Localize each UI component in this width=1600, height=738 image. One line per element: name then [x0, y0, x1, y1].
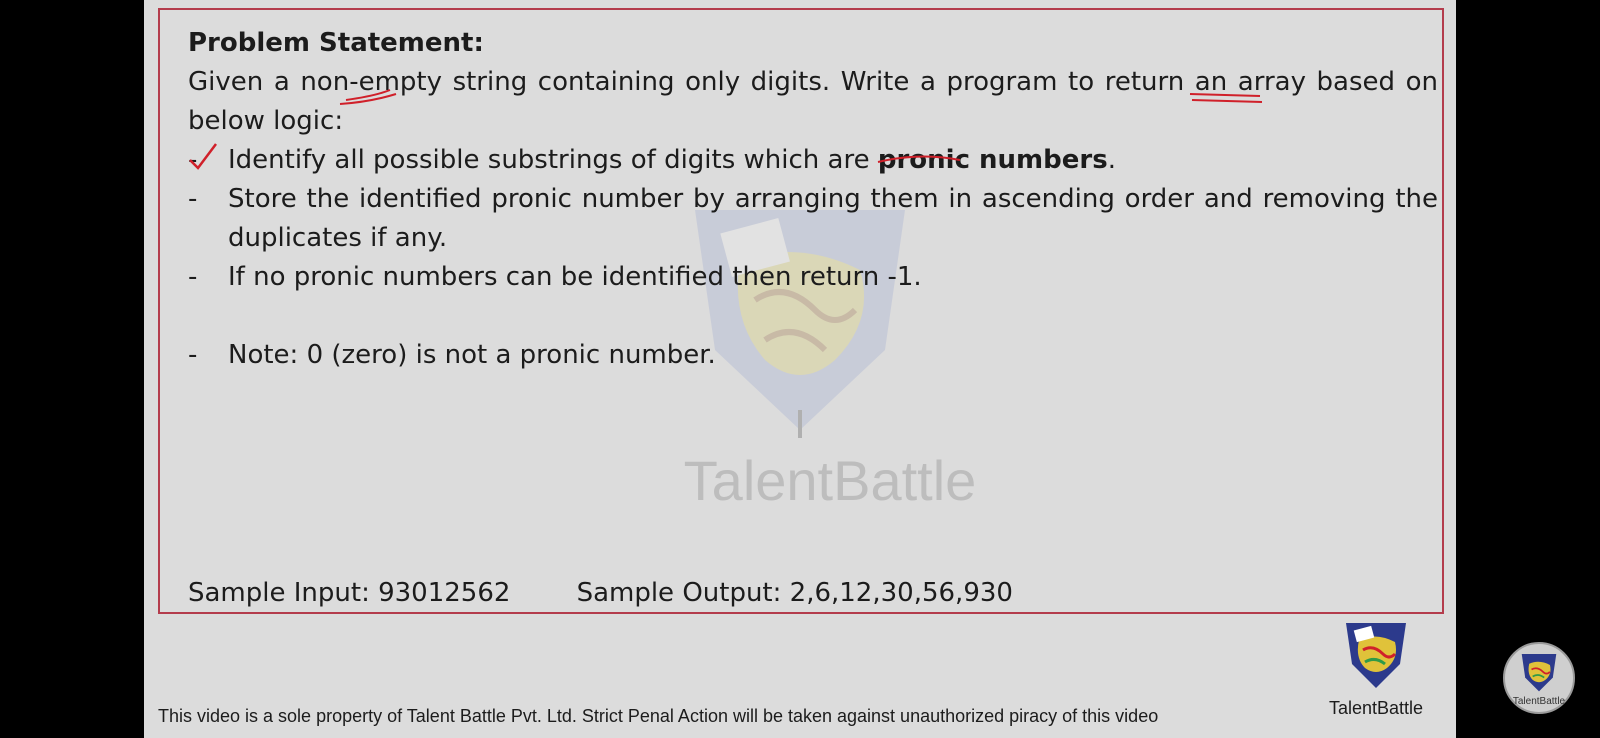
bullet-dash: - [188, 262, 198, 292]
bullet-text-after: . [1107, 145, 1116, 175]
bullet-dash: - [188, 145, 198, 175]
problem-title: Problem Statement: [188, 28, 484, 58]
sample-input: Sample Input: 93012562 [188, 578, 511, 608]
problem-intro: Given a non-empty string containing only… [188, 67, 1438, 136]
slide-frame: TalentBattle Problem Statement: Given a … [158, 8, 1444, 614]
bullet-text: Note: 0 (zero) is not a pronic number. [228, 340, 716, 370]
bullet-bold-term: pronic numbers [877, 145, 1108, 175]
logo-text: TalentBattle [1328, 698, 1424, 718]
bullet-text: Store the identified pronic number by ar… [228, 184, 1438, 253]
problem-statement: Problem Statement: Given a non-empty str… [188, 24, 1438, 375]
talentbattle-logo: TalentBattle [1316, 620, 1436, 719]
shield-logo-icon [1346, 623, 1406, 688]
sample-output: Sample Output: 2,6,12,30,56,930 [576, 578, 1013, 608]
avatar-text: TalentBattle [1512, 696, 1566, 707]
slide: TalentBattle Problem Statement: Given a … [144, 0, 1456, 738]
bullet-item: - Identify all possible substrings of di… [188, 141, 1438, 180]
bullet-text: If no pronic numbers can be identified t… [228, 262, 922, 292]
bullet-dash: - [188, 340, 198, 370]
copyright-notice: This video is a sole property of Talent … [158, 706, 1159, 726]
bullet-item: - Note: 0 (zero) is not a pronic number. [188, 336, 1438, 375]
bullet-text: Identify all possible substrings of digi… [228, 141, 1438, 180]
watermark-text: TalentBattle [683, 449, 977, 512]
bullet-item: - Store the identified pronic number by … [188, 180, 1438, 258]
bullet-text-before: Identify all possible substrings of digi… [228, 145, 878, 175]
sample-io: Sample Input: 93012562 Sample Output: 2,… [188, 578, 1013, 608]
bullet-item: - If no pronic numbers can be identified… [188, 258, 1438, 297]
bullet-dash: - [188, 184, 198, 214]
channel-avatar[interactable]: TalentBattle [1503, 642, 1575, 714]
avatar-shield-icon [1521, 654, 1557, 692]
